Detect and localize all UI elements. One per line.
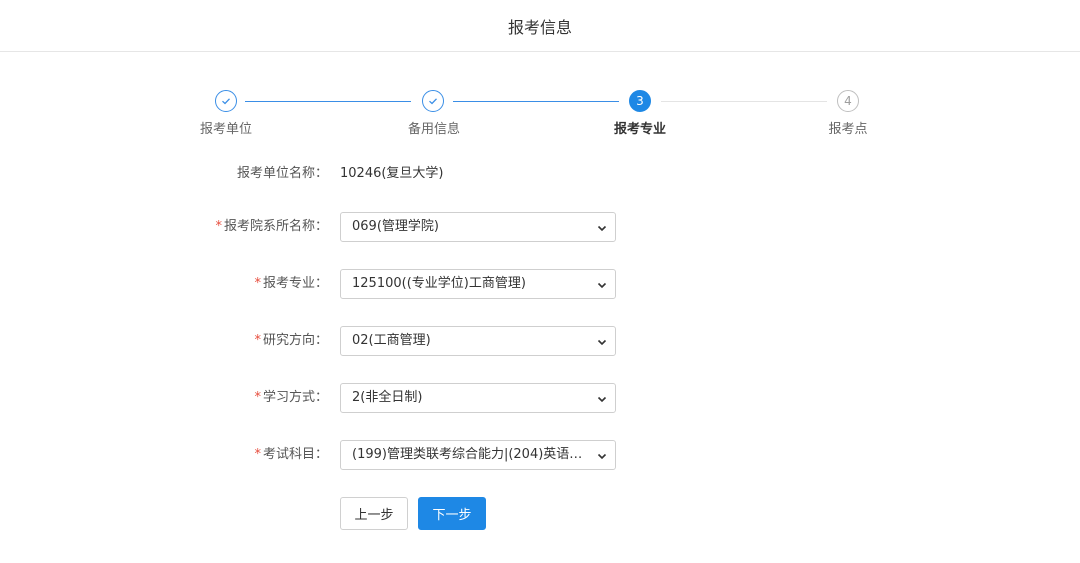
unit-label: 报考单位名称： (236, 166, 328, 181)
step-3-label: 报考专业 (613, 122, 666, 137)
subjects-label: * 考试科目： (254, 447, 328, 462)
unit-value: 10246(复旦大学) (340, 166, 444, 181)
department-select[interactable]: 069(管理学院) (340, 212, 616, 242)
step-connector-1 (245, 101, 411, 102)
next-step-button[interactable]: 下一步 (418, 497, 486, 530)
major-select[interactable]: 125100((专业学位)工商管理) (340, 269, 616, 299)
study-mode-label: * 学习方式： (254, 390, 328, 405)
study-mode-row: * 学习方式： 2(非全日制) (0, 383, 1080, 413)
step-2-label: 备用信息 (407, 122, 460, 137)
chevron-down-icon (597, 453, 607, 460)
chevron-down-icon (597, 339, 607, 346)
required-mark: * (215, 219, 222, 234)
direction-label: * 研究方向： (254, 333, 328, 348)
direction-row: * 研究方向： 02(工商管理) (0, 326, 1080, 356)
unit-row: 报考单位名称： 10246(复旦大学) (0, 159, 1080, 189)
department-row: * 报考院系所名称： 069(管理学院) (0, 212, 1080, 242)
major-row: * 报考专业： 125100((专业学位)工商管理) (0, 269, 1080, 299)
step-3-number: 3 (629, 90, 651, 112)
major-label: * 报考专业： (254, 276, 328, 291)
department-label: * 报考院系所名称： (215, 219, 328, 234)
prev-step-button[interactable]: 上一步 (340, 497, 408, 530)
step-connector-3 (661, 101, 827, 102)
chevron-down-icon (597, 396, 607, 403)
step-4-number: 4 (837, 90, 859, 112)
subjects-row: * 考试科目： (199)管理类联考综合能力|(204)英语二|(-... (0, 440, 1080, 470)
step-4-label: 报考点 (828, 122, 868, 137)
study-mode-select[interactable]: 2(非全日制) (340, 383, 616, 413)
step-connector-2 (453, 101, 619, 102)
step-2-check-icon (422, 90, 444, 112)
required-mark: * (254, 276, 261, 291)
subjects-select[interactable]: (199)管理类联考综合能力|(204)英语二|(-... (340, 440, 616, 470)
required-mark: * (254, 390, 261, 405)
step-progress: 3 4 报考单位 备用信息 报考专业 报考点 (0, 0, 1080, 150)
chevron-down-icon (597, 282, 607, 289)
chevron-down-icon (597, 225, 607, 232)
direction-select[interactable]: 02(工商管理) (340, 326, 616, 356)
step-1-check-icon (215, 90, 237, 112)
step-1-label: 报考单位 (199, 122, 252, 137)
required-mark: * (254, 447, 261, 462)
required-mark: * (254, 333, 261, 348)
